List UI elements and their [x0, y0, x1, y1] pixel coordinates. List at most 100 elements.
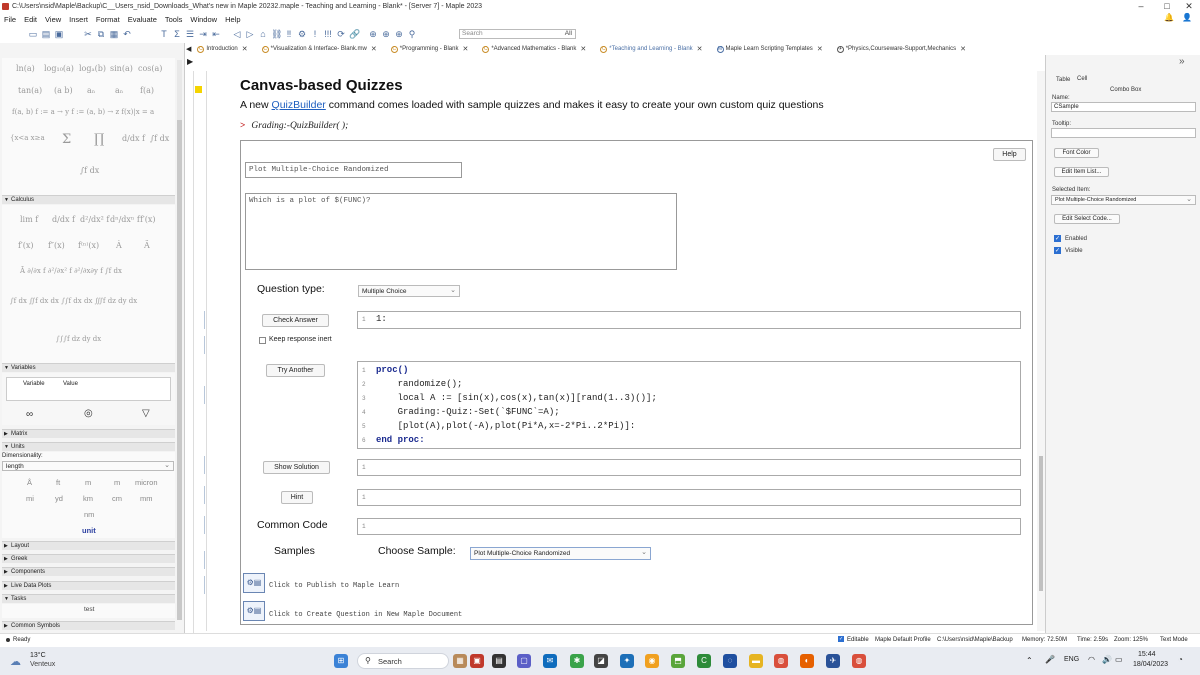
unit-symbol[interactable]: mi	[26, 494, 34, 503]
firefox-icon[interactable]: ◐	[800, 654, 814, 668]
document-scrollbar[interactable]	[1037, 71, 1045, 631]
notifications-icon[interactable]: ◔	[1178, 655, 1183, 664]
menu-insert[interactable]: Insert	[69, 15, 88, 24]
palette-section-units[interactable]: Units	[2, 442, 175, 451]
palette-partial-row[interactable]: Ā ∂/∂x f ∂²/∂x² f ∂²/∂x∂y f ∫f dx	[20, 267, 122, 275]
palette-symbol[interactable]: d/dx f	[52, 215, 75, 224]
menu-window[interactable]: Window	[190, 15, 217, 24]
collapse-panel-icon[interactable]: »	[1179, 56, 1185, 67]
copy-icon[interactable]: ⧉	[96, 29, 106, 39]
palette-symbol[interactable]: lim f	[20, 215, 38, 224]
close-tab-icon[interactable]: ✕	[371, 45, 377, 53]
app-icon[interactable]: C	[697, 654, 711, 668]
selected-item-dropdown[interactable]: Plot Multiple-Choice Randomized	[1051, 195, 1196, 205]
unit-symbol[interactable]: m	[114, 478, 120, 487]
execution-group[interactable]: > Grading:-QuizBuilder( );	[240, 121, 348, 131]
palette-section-greek[interactable]: Greek	[2, 554, 175, 563]
menu-view[interactable]: View	[45, 15, 61, 24]
minimize-button[interactable]: –	[1128, 0, 1154, 13]
palette-section-components[interactable]: Components	[2, 567, 175, 576]
taskbar-search[interactable]: ⚲ Search	[357, 653, 449, 669]
cut-icon[interactable]: ✂	[83, 29, 93, 39]
list-icon[interactable]: ☰	[185, 29, 195, 39]
close-tab-icon[interactable]: ✕	[242, 45, 248, 53]
create-question-label[interactable]: Click to Create Question in New Maple Do…	[269, 611, 462, 619]
weather-icon[interactable]: ☁	[10, 655, 21, 668]
visible-checkbox[interactable]: ✓	[1054, 247, 1061, 254]
palette-symbol[interactable]: aₙ	[115, 86, 123, 95]
menu-help[interactable]: Help	[225, 15, 240, 24]
palette-symbol-row[interactable]: f(a, b) f := a → y f := (a, b) → z f(x)|…	[12, 108, 154, 116]
menu-edit[interactable]: Edit	[24, 15, 37, 24]
palette-symbol[interactable]: f⁽ⁿ⁾(x)	[78, 241, 99, 250]
back-icon[interactable]: ◁	[232, 29, 242, 39]
stop-icon[interactable]: ‼	[284, 29, 294, 39]
palette-section-calculus[interactable]: Calculus	[2, 195, 175, 204]
unit-symbol[interactable]: km	[83, 494, 93, 503]
quizbuilder-link[interactable]: QuizBuilder	[272, 99, 326, 111]
palette-piecewise[interactable]: {x<a x≥a	[10, 134, 45, 142]
menu-file[interactable]: File	[4, 15, 16, 24]
battery-icon[interactable]: ▭	[1115, 655, 1123, 664]
palette-symbol[interactable]: logₐ(b)	[79, 64, 106, 73]
task-item[interactable]: test	[84, 606, 94, 613]
quizbuilder-command[interactable]: Grading:-QuizBuilder( );	[251, 121, 348, 131]
palette-symbol[interactable]: aₙ	[87, 86, 95, 95]
app-icon[interactable]: ✦	[620, 654, 634, 668]
unit-insert-button[interactable]: unit	[82, 526, 96, 535]
hint-code-box[interactable]: 1	[357, 489, 1021, 506]
publish-maple-learn-icon[interactable]: ⚙▤	[243, 573, 265, 593]
common-code-box[interactable]: 1	[357, 518, 1021, 535]
palette-definite-integral[interactable]: ∫f dx	[80, 166, 99, 175]
palette-section-variables[interactable]: Variables	[2, 363, 175, 372]
question-type-dropdown[interactable]: Multiple Choice	[358, 285, 460, 297]
restart-icon[interactable]: ⟳	[336, 29, 346, 39]
palette-integral[interactable]: ∫f dx	[150, 134, 169, 143]
code-line[interactable]: proc()	[376, 365, 408, 375]
app-icon[interactable]: ▣	[470, 654, 484, 668]
tray-expand-icon[interactable]: ⌃	[1026, 656, 1033, 665]
palette-symbol[interactable]: sin(a)	[110, 64, 133, 73]
collapse-palettes-icon[interactable]: ▶	[187, 57, 193, 66]
taskview-icon[interactable]: ▦	[453, 654, 467, 668]
maple-taskbar-icon[interactable]: ✈	[826, 654, 840, 668]
code-line[interactable]: end proc:	[376, 435, 425, 445]
outlook-icon[interactable]: ✉	[543, 654, 557, 668]
tab-teaching-and-learning[interactable]: C *Teaching and Learning - Blank ✕	[600, 45, 703, 53]
help-button[interactable]: Help	[993, 148, 1026, 161]
indent-icon[interactable]: ⇥	[198, 29, 208, 39]
execute-icon[interactable]: !	[310, 29, 320, 39]
palette-symbol[interactable]: (a b)	[54, 86, 73, 95]
zoom-100-icon[interactable]: ⊕	[368, 29, 378, 39]
language-indicator[interactable]: ENG	[1064, 656, 1079, 663]
code-line[interactable]: [plot(A),plot(-A),plot(Pi*A,x=-2*Pi..2*P…	[376, 421, 636, 431]
show-solution-code-box[interactable]: 1	[357, 459, 1021, 476]
palette-scrollbar[interactable]	[177, 60, 182, 620]
undo-icon[interactable]: ↶	[122, 29, 132, 39]
link-icon[interactable]: ⛓	[271, 29, 282, 39]
answer-code[interactable]: 1:	[376, 314, 387, 324]
execute-all-icon[interactable]: !!!	[323, 29, 333, 39]
folder-icon[interactable]: ▬	[749, 654, 763, 668]
palette-symbol[interactable]: ln(a)	[16, 64, 35, 73]
inspector-tab-table[interactable]: Table	[1056, 77, 1070, 83]
close-tab-icon[interactable]: ✕	[697, 45, 703, 53]
question-text-area[interactable]: Which is a plot of $(FUNC)?	[245, 193, 677, 270]
menu-tools[interactable]: Tools	[165, 15, 183, 24]
new-icon[interactable]: ▭	[28, 29, 38, 39]
chrome-icon[interactable]: ◍	[852, 654, 866, 668]
tab-maple-learn-templates[interactable]: M Maple Learn Scripting Templates ✕	[716, 45, 823, 53]
tab-introduction[interactable]: C Introduction ✕	[197, 45, 248, 53]
unit-symbol[interactable]: ft	[56, 478, 60, 487]
palette-product[interactable]: ∏	[94, 132, 104, 147]
palette-section-live-data-plots[interactable]: Live Data Plots	[2, 581, 175, 590]
tab-physics[interactable]: ✈ *Physics,Courseware-Support,Mechanics ✕	[836, 45, 966, 53]
text-mode-icon[interactable]: T	[159, 29, 169, 39]
keep-inert-checkbox[interactable]	[259, 337, 266, 344]
account-icon[interactable]: 👤	[1182, 13, 1192, 22]
units-dimensionality-dropdown[interactable]: length	[2, 461, 174, 471]
save-icon[interactable]: ▣	[54, 29, 64, 39]
close-tab-icon[interactable]: ✕	[462, 45, 468, 53]
palette-section-matrix[interactable]: Matrix	[2, 429, 175, 438]
open-icon[interactable]: ▤	[41, 29, 51, 39]
